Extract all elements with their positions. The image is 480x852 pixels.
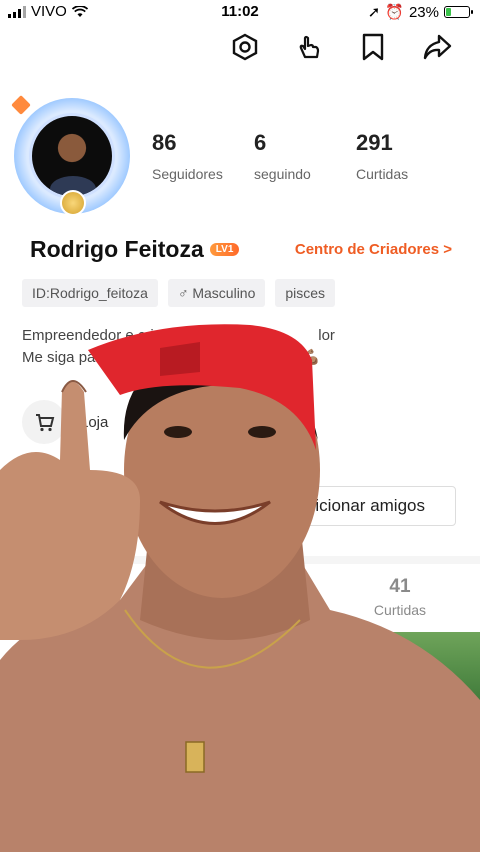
medal-icon <box>60 190 86 216</box>
bio-text: lor <box>318 327 335 344</box>
stat-following[interactable]: 6 seguindo <box>254 130 356 182</box>
top-actions <box>228 30 454 64</box>
shop-label: Loja <box>80 413 109 431</box>
add-friends-button[interactable]: icionar amigos <box>282 486 456 526</box>
tab-count: 41 <box>389 576 411 597</box>
bio-text: juntos 💪🏽 <box>257 349 321 366</box>
name-row: Rodrigo Feitoza LV1 Centro de Criadores … <box>30 236 452 263</box>
status-bar: VIVO 11:02 ➚ ⏰ 23% <box>0 0 480 24</box>
battery-fill <box>446 8 451 16</box>
profile-stats: 86 Seguidores 6 seguindo 291 Curtidas <box>152 130 458 182</box>
share-icon[interactable] <box>420 30 454 64</box>
battery-icon <box>444 6 473 18</box>
status-right: ➚ ⏰ 23% <box>367 3 473 21</box>
stat-label: Curtidas <box>356 166 409 182</box>
tab-count: 13 <box>69 576 91 597</box>
alarm-icon: ⏰ <box>385 4 404 21</box>
stat-likes[interactable]: 291 Curtidas <box>356 130 458 182</box>
profile-name: Rodrigo Feitoza <box>30 236 204 262</box>
hand-tap-icon[interactable] <box>292 30 326 64</box>
tag-id: ID:Rodrigo_feitoza <box>22 279 158 307</box>
sparkle-icon <box>11 95 31 115</box>
tab-posts[interactable]: 13 Publicaçõ <box>0 576 160 618</box>
tag-gender: ♂ Masculino <box>167 279 266 307</box>
cart-icon <box>22 400 66 444</box>
tab-middle[interactable] <box>160 576 320 618</box>
tag-sign: pisces <box>275 279 336 307</box>
bio-text: Empreendedor e cript <box>22 327 167 344</box>
bio-line-2: Me siga para qu juntos 💪🏽 <box>22 347 335 369</box>
stat-label: seguindo <box>254 166 311 182</box>
video-thumbnail[interactable] <box>320 632 480 792</box>
content-tabs: 13 Publicaçõ 41 Curtidas <box>0 576 480 618</box>
shop-button[interactable]: Loja <box>22 400 222 444</box>
thumbnail-person <box>378 672 440 752</box>
tab-label: Publicaçõ <box>49 602 111 618</box>
settings-icon[interactable] <box>228 30 262 64</box>
bio-text: Me siga <box>22 349 75 366</box>
tab-label: Curtidas <box>373 602 427 618</box>
location-icon: ➚ <box>367 4 381 21</box>
level-label: LV1 <box>209 243 240 256</box>
bio-line-1: Empreendedor e cript lor <box>22 325 335 347</box>
bio-text: qu <box>112 349 130 366</box>
stat-label: Seguidores <box>152 166 223 182</box>
profile-tags: ID:Rodrigo_feitoza ♂ Masculino pisces <box>22 279 336 307</box>
bookmark-icon[interactable] <box>356 30 390 64</box>
bio: Empreendedor e cript lor Me siga para qu j… <box>22 325 335 369</box>
tab-likes[interactable]: 41 Curtidas <box>320 576 480 618</box>
stat-value: 6 <box>254 130 267 155</box>
stat-value: 86 <box>152 130 177 155</box>
stat-followers[interactable]: 86 Seguidores <box>152 130 254 182</box>
level-badge: LV1 <box>209 243 240 256</box>
battery-percent: 23% <box>408 3 439 21</box>
creator-center-link[interactable]: Centro de Criadores > <box>295 241 452 258</box>
bio-text: para <box>78 349 109 366</box>
avatar-photo <box>29 113 115 199</box>
avatar[interactable] <box>11 95 134 218</box>
stat-value: 291 <box>356 130 393 155</box>
section-divider <box>0 556 480 564</box>
